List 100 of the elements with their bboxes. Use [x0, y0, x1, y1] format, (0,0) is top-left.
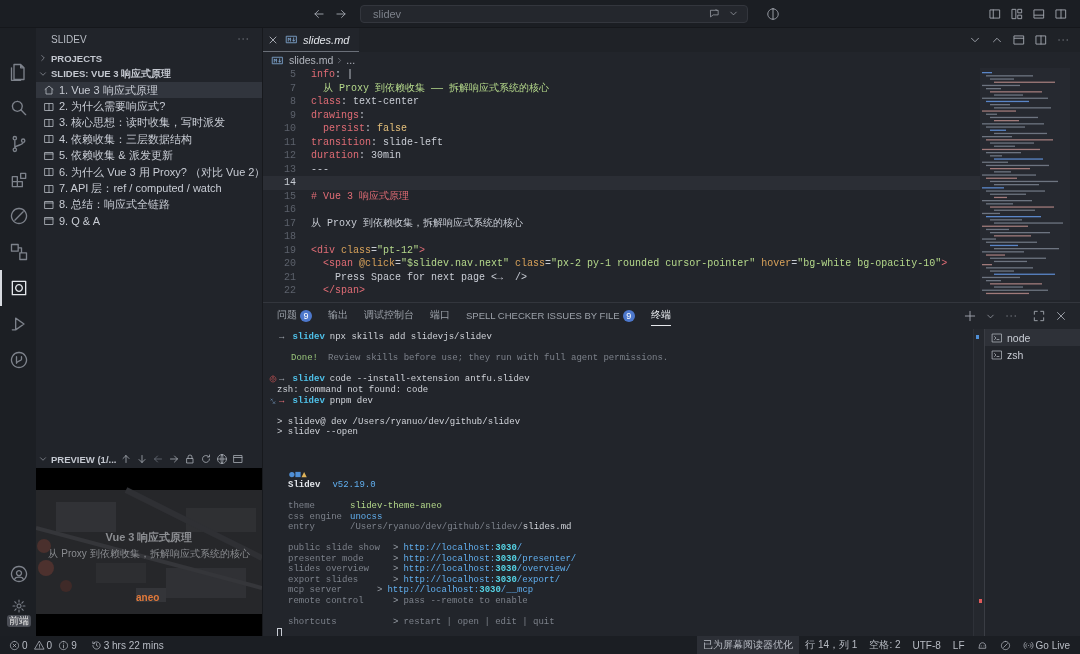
status-item[interactable]: 行 14，列 1 — [799, 636, 864, 654]
section-header[interactable]: PROJECTS — [36, 50, 262, 66]
line-number: 16 — [283, 204, 296, 216]
error-icon — [9, 639, 20, 651]
section-header[interactable]: PREVIEW (1/... — [36, 450, 117, 468]
terminal-line: css engine unocss — [287, 511, 383, 522]
code-line: persist: false — [322, 123, 408, 135]
terminal-line: zsh: command not found: code — [277, 385, 429, 395]
status-item[interactable]: Go Live — [1016, 636, 1076, 654]
warning-icon — [33, 639, 45, 651]
search-field[interactable]: slidev — [360, 4, 748, 23]
count-badge: 9 — [300, 309, 312, 322]
globe-icon[interactable] — [216, 453, 229, 465]
columns-icon — [43, 182, 55, 195]
info-icon — [58, 639, 70, 651]
slide-item[interactable]: 9. Q & A — [36, 213, 262, 230]
graph-icon[interactable] — [9, 350, 29, 370]
code-line: <span @click="$slidev.nav.next" class="px-2 py-1 rounded cursor-pointer" hover="bg-white bg-opacity-10"> — [322, 258, 948, 270]
window-icon[interactable] — [1012, 33, 1026, 47]
terminal-icon — [991, 348, 1003, 361]
status-item[interactable]: 空格: 2 — [863, 636, 907, 654]
line-number: 7 — [289, 82, 296, 94]
slide-item[interactable]: 5. 依赖收集 & 派发更新 — [36, 147, 262, 164]
terminal-tab[interactable]: node — [985, 329, 1080, 346]
panel-tab[interactable]: 调试控制台 — [364, 306, 414, 326]
columns-icon — [43, 100, 55, 113]
refresh-icon[interactable] — [200, 453, 213, 465]
arrow-up-icon[interactable] — [120, 453, 133, 465]
slide-subtitle: 从 Proxy 到依赖收集，拆解响应式系统的核心 — [48, 547, 250, 561]
lock-icon[interactable] — [184, 453, 197, 465]
slides-icon[interactable] — [9, 278, 29, 298]
status-item[interactable]: 0 — [6, 636, 31, 654]
settings-badge: 前端 — [7, 614, 31, 627]
slide-item[interactable]: 4. 依赖收集：三层数据结构 — [36, 131, 262, 148]
slide-item[interactable]: 1. Vue 3 响应式原理 — [36, 82, 262, 99]
breadcrumb-item[interactable]: slides.md — [289, 54, 334, 66]
split-editor-icon[interactable] — [1054, 6, 1068, 21]
breadcrumb-item[interactable]: ... — [346, 54, 356, 66]
close-icon[interactable] — [1054, 309, 1068, 323]
status-item[interactable]: 已为屏幕阅读器优化 — [697, 636, 800, 654]
terminal-line: → slidev code --install-extension antfu.slidev — [278, 374, 530, 385]
section-header[interactable]: SLIDES: VUE 3 响应式原理 — [36, 66, 262, 82]
code-line: </span> — [322, 285, 365, 297]
sidebar-title: SLIDEV — [51, 33, 87, 45]
line-number: 20 — [283, 258, 296, 270]
slide-item[interactable]: 6. 为什么 Vue 3 用 Proxy? （对比 Vue 2） — [36, 163, 262, 181]
status-item[interactable]: 3 hrs 22 mins — [87, 636, 167, 654]
chat-bubble-icon[interactable] — [709, 8, 720, 19]
line-number: 18 — [283, 231, 296, 243]
status-item[interactable]: UTF-8 — [906, 636, 947, 654]
slide-item[interactable]: 7. API 层：ref / computed / watch — [36, 180, 262, 197]
slide-title: Vue 3 响应式原理 — [105, 530, 193, 545]
split-editor-icon[interactable] — [1034, 33, 1048, 47]
code-line: class: text-center — [311, 96, 420, 108]
terminal-line: remote control > pass --remote to enable — [287, 595, 528, 606]
arrow-right-icon[interactable] — [168, 453, 181, 465]
status-item[interactable]: LF — [946, 636, 971, 654]
blocks-icon[interactable] — [9, 170, 29, 190]
columns-icon — [43, 166, 55, 179]
window-icon[interactable] — [232, 453, 245, 465]
broadcast-icon — [1022, 639, 1034, 651]
chevron-down-icon — [38, 69, 48, 79]
slide-item[interactable]: 3. 核心思想：读时收集，写时派发 — [36, 114, 262, 132]
terminal-line: shortcuts > restart | open | edit | quit — [287, 617, 555, 628]
sidebar-toggle-icon[interactable] — [988, 6, 1002, 21]
chevron-right-icon — [38, 53, 48, 63]
editor-tab[interactable]: slides.md — [263, 28, 360, 52]
robot-icon[interactable] — [976, 639, 988, 651]
account-icon[interactable] — [9, 564, 29, 584]
terminal-line: public slide show > http://localhost:3030/ — [287, 543, 523, 554]
code-line: duration: 30min — [311, 150, 402, 162]
panel-tab[interactable]: 输出 — [328, 306, 348, 326]
terminal-line: → slidev pnpm dev — [278, 395, 374, 406]
maximize-icon[interactable] — [1032, 309, 1046, 323]
panel-tab[interactable]: 问题 9 — [277, 306, 312, 326]
panel-tab[interactable]: 端口 — [430, 306, 450, 326]
terminal-line: Done! Review skills before use; they run with full agent permissions. — [290, 353, 669, 364]
terminal-line: presenter mode > http://localhost:3030/presenter/ — [287, 553, 577, 564]
squares-icon[interactable] — [9, 242, 29, 262]
history-icon — [90, 639, 102, 651]
panel-toggle-icon[interactable] — [1032, 6, 1046, 21]
panel-tab[interactable]: 终端 — [650, 306, 671, 326]
layout-icon[interactable] — [1010, 6, 1024, 21]
line-number: 22 — [283, 285, 296, 297]
markdown-icon — [285, 33, 298, 46]
line-number: 10 — [283, 123, 296, 135]
code-line: Press Space for next page <→ /> — [334, 271, 528, 283]
search-icon[interactable] — [9, 98, 29, 118]
slide-item[interactable]: 2. 为什么需要响应式? — [36, 98, 262, 115]
arrow-down-icon[interactable] — [136, 453, 149, 465]
panel-tab[interactable]: SPELL CHECKER ISSUES BY FILE 9 — [466, 306, 635, 326]
status-item[interactable]: 9 — [55, 636, 80, 654]
line-number: 9 — [289, 109, 296, 121]
status-item[interactable]: 0 — [30, 636, 56, 654]
slide-item[interactable]: 8. 总结：响应式全链路 — [36, 196, 262, 214]
terminal-line: entry /Users/ryanuo/dev/github/slidev/slides.md — [287, 522, 572, 533]
contrast-icon[interactable] — [766, 6, 780, 21]
plus-icon[interactable] — [963, 309, 977, 323]
terminal-tab[interactable]: zsh — [985, 346, 1080, 363]
logo-icon — [288, 470, 308, 478]
